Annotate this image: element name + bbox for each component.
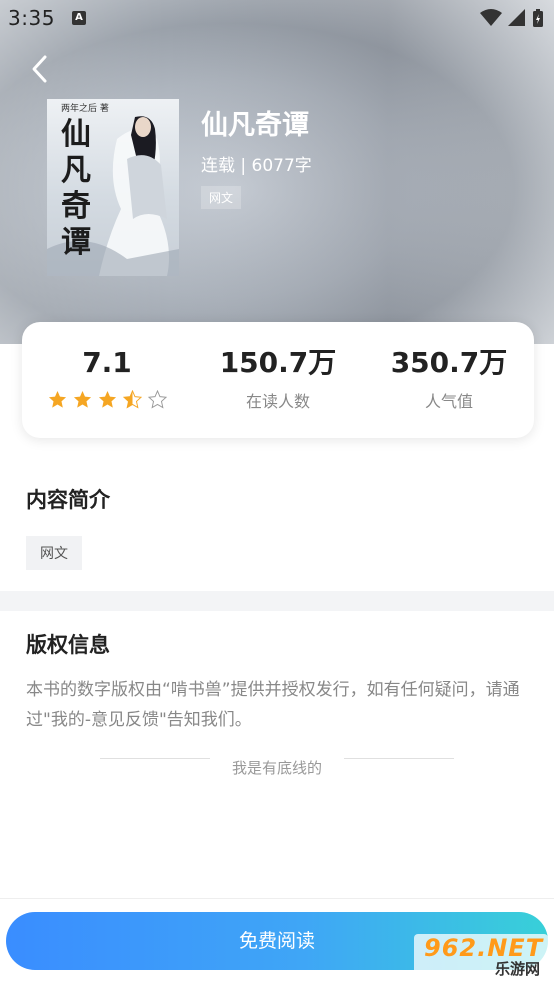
watermark-site-name: 乐游网 <box>494 960 540 978</box>
book-title: 仙凡奇谭 <box>201 110 309 141</box>
rating-stat: 7.1 <box>32 344 182 409</box>
status-icons <box>480 8 544 28</box>
intro-tag[interactable]: 网文 <box>26 536 82 570</box>
star-full-icon <box>73 390 91 408</box>
battery-icon <box>533 9 543 27</box>
readers-label: 在读人数 <box>245 392 310 411</box>
signal-icon <box>508 9 525 26</box>
popularity-value: 350.7万 <box>390 346 508 379</box>
book-cover[interactable]: 两年之后 著 仙凡奇谭 <box>47 99 179 276</box>
star-full-icon <box>48 390 66 408</box>
stats-card: 7.1 150.7万 在读人数 350.7万 人气值 <box>22 322 534 438</box>
end-of-content-text: 我是有底线的 <box>231 759 322 777</box>
intro-title: 内容简介 <box>26 488 110 512</box>
copyright-text: 本书的数字版权由“啃书兽”提供并授权发行，如有任何疑问，请通过"我的-意见反馈"… <box>26 680 520 730</box>
book-tag: 网文 <box>201 186 242 209</box>
back-icon[interactable] <box>26 52 56 86</box>
end-line-right <box>344 758 454 759</box>
cover-author: 两年之后 著 <box>61 104 109 114</box>
section-divider <box>0 591 554 611</box>
status-bar: 3:35 A <box>0 0 554 38</box>
rating-value: 7.1 <box>82 346 132 379</box>
star-empty-icon <box>147 390 167 409</box>
cover-title: 仙凡奇谭 <box>61 117 91 260</box>
status-time: 3:35 <box>8 6 55 30</box>
popularity-stat: 350.7万 人气值 <box>374 344 524 412</box>
readers-stat: 150.7万 在读人数 <box>203 344 353 412</box>
site-watermark: 962.NET 乐游网 <box>414 934 548 978</box>
star-full-icon <box>98 390 116 408</box>
rating-stars <box>32 390 182 409</box>
notification-a-icon: A <box>72 11 86 25</box>
copyright-title: 版权信息 <box>26 633 110 657</box>
popularity-label: 人气值 <box>424 392 473 411</box>
book-meta: 连载 | 6077字 <box>201 156 312 176</box>
star-half-icon <box>122 390 142 409</box>
readers-value: 150.7万 <box>219 346 337 379</box>
wifi-icon <box>480 9 502 26</box>
